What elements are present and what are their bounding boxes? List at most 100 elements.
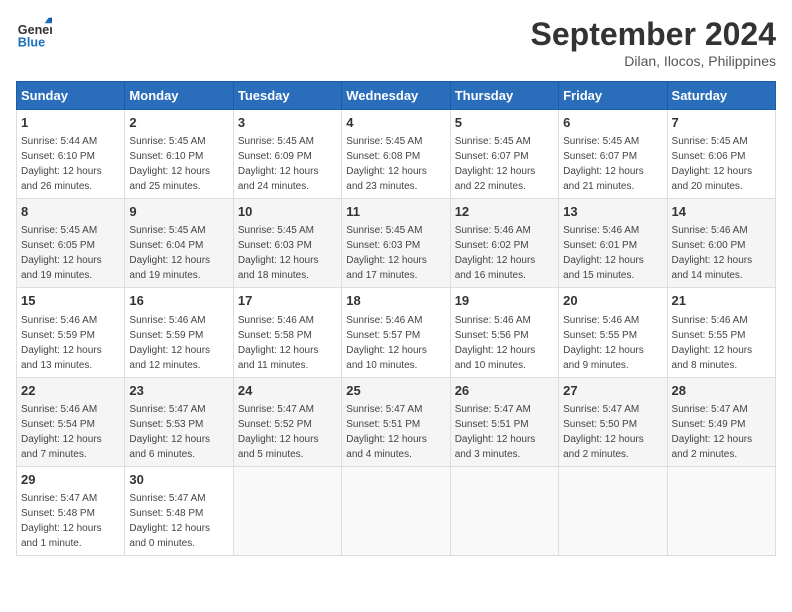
- calendar-cell: 9Sunrise: 5:45 AMSunset: 6:04 PMDaylight…: [125, 199, 233, 288]
- calendar-cell: 16Sunrise: 5:46 AMSunset: 5:59 PMDayligh…: [125, 288, 233, 377]
- col-tuesday: Tuesday: [233, 82, 341, 110]
- sunset-info: Sunset: 5:51 PM: [346, 419, 420, 430]
- calendar-cell: [450, 466, 558, 555]
- daylight-info: Daylight: 12 hours and 2 minutes.: [672, 434, 753, 460]
- daylight-info: Daylight: 12 hours and 22 minutes.: [455, 166, 536, 192]
- col-sunday: Sunday: [17, 82, 125, 110]
- calendar-week-2: 15 Sunrise: 5:46 AM Sunset: 5:59 PM Dayligh…: [17, 288, 776, 377]
- daylight-info: Daylight: 12 hours and 13 minutes.: [21, 345, 102, 371]
- sunrise-info: Sunrise: 5:45 AM: [672, 136, 748, 147]
- daylight-info: Daylight: 12 hours and 4 minutes.: [346, 434, 427, 460]
- sunset-info: Sunset: 6:10 PM: [21, 151, 95, 162]
- daylight-info: Daylight: 12 hours and 3 minutes.: [455, 434, 536, 460]
- daylight-info: Daylight: 12 hours and 5 minutes.: [238, 434, 319, 460]
- sunset-info: Sunset: 6:06 PM: [672, 151, 746, 162]
- daylight-info: Daylight: 12 hours and 19 minutes.: [21, 255, 102, 281]
- calendar-cell: 27Sunrise: 5:47 AMSunset: 5:50 PMDayligh…: [559, 377, 667, 466]
- calendar-cell: 19Sunrise: 5:46 AMSunset: 5:56 PMDayligh…: [450, 288, 558, 377]
- sunset-info: Sunset: 6:05 PM: [21, 240, 95, 251]
- sunrise-info: Sunrise: 5:46 AM: [21, 404, 97, 415]
- title-area: September 2024 Dilan, Ilocos, Philippine…: [531, 16, 776, 69]
- calendar-cell: 28Sunrise: 5:47 AMSunset: 5:49 PMDayligh…: [667, 377, 775, 466]
- calendar-cell: [233, 466, 341, 555]
- daylight-info: Daylight: 12 hours and 10 minutes.: [455, 345, 536, 371]
- calendar-cell: 20Sunrise: 5:46 AMSunset: 5:55 PMDayligh…: [559, 288, 667, 377]
- day-number: 1: [21, 114, 120, 132]
- calendar-week-3: 22Sunrise: 5:46 AMSunset: 5:54 PMDayligh…: [17, 377, 776, 466]
- daylight-info: Daylight: 12 hours and 20 minutes.: [672, 166, 753, 192]
- sunset-info: Sunset: 6:10 PM: [129, 151, 203, 162]
- day-number: 6: [563, 114, 662, 132]
- calendar-cell: 13Sunrise: 5:46 AMSunset: 6:01 PMDayligh…: [559, 199, 667, 288]
- daylight-info: Daylight: 12 hours and 1 minute.: [21, 523, 102, 549]
- day-number: 17: [238, 292, 337, 310]
- day-number: 25: [346, 382, 445, 400]
- sunset-info: Sunset: 6:07 PM: [455, 151, 529, 162]
- calendar-cell: 25Sunrise: 5:47 AMSunset: 5:51 PMDayligh…: [342, 377, 450, 466]
- svg-text:Blue: Blue: [18, 36, 45, 50]
- calendar-cell: 12Sunrise: 5:46 AMSunset: 6:02 PMDayligh…: [450, 199, 558, 288]
- sunrise-info: Sunrise: 5:45 AM: [455, 136, 531, 147]
- sunrise-info: Sunrise: 5:47 AM: [238, 404, 314, 415]
- sunrise-info: Sunrise: 5:46 AM: [21, 315, 97, 326]
- daylight-info: Daylight: 12 hours and 12 minutes.: [129, 345, 210, 371]
- calendar-cell: 22Sunrise: 5:46 AMSunset: 5:54 PMDayligh…: [17, 377, 125, 466]
- day-number: 5: [455, 114, 554, 132]
- sunset-info: Sunset: 5:51 PM: [455, 419, 529, 430]
- sunset-info: Sunset: 6:03 PM: [238, 240, 312, 251]
- day-number: 26: [455, 382, 554, 400]
- sunrise-info: Sunrise: 5:46 AM: [672, 315, 748, 326]
- sunset-info: Sunset: 6:02 PM: [455, 240, 529, 251]
- day-number: 9: [129, 203, 228, 221]
- daylight-info: Daylight: 12 hours and 14 minutes.: [672, 255, 753, 281]
- sunrise-info: Sunrise: 5:47 AM: [455, 404, 531, 415]
- daylight-info: Daylight: 12 hours and 6 minutes.: [129, 434, 210, 460]
- daylight-info: Daylight: 12 hours and 18 minutes.: [238, 255, 319, 281]
- calendar-cell: [559, 466, 667, 555]
- day-number: 21: [672, 292, 771, 310]
- day-number: 19: [455, 292, 554, 310]
- calendar-cell: [667, 466, 775, 555]
- logo: General Blue: [16, 16, 52, 52]
- calendar-cell: 26 Sunrise: 5:47 AM Sunset: 5:51 PM Dayligh…: [450, 377, 558, 466]
- calendar-cell: 2Sunrise: 5:45 AMSunset: 6:10 PMDaylight…: [125, 110, 233, 199]
- daylight-info: Daylight: 12 hours and 25 minutes.: [129, 166, 210, 192]
- sunrise-info: Sunrise: 5:46 AM: [129, 315, 205, 326]
- sunrise-info: Sunrise: 5:45 AM: [21, 225, 97, 236]
- sunset-info: Sunset: 6:01 PM: [563, 240, 637, 251]
- sunrise-info: Sunrise: 5:45 AM: [129, 225, 205, 236]
- calendar-week-4: 29Sunrise: 5:47 AMSunset: 5:48 PMDayligh…: [17, 466, 776, 555]
- sunset-info: Sunset: 5:54 PM: [21, 419, 95, 430]
- location: Dilan, Ilocos, Philippines: [531, 53, 776, 69]
- day-number: 18: [346, 292, 445, 310]
- sunset-info: Sunset: 5:59 PM: [21, 330, 95, 341]
- calendar-cell: 14Sunrise: 5:46 AMSunset: 6:00 PMDayligh…: [667, 199, 775, 288]
- day-number: 16: [129, 292, 228, 310]
- sunset-info: Sunset: 5:56 PM: [455, 330, 529, 341]
- daylight-info: Daylight: 12 hours and 21 minutes.: [563, 166, 644, 192]
- sunrise-info: Sunrise: 5:47 AM: [672, 404, 748, 415]
- sunset-info: Sunset: 5:50 PM: [563, 419, 637, 430]
- header-row: Sunday Monday Tuesday Wednesday Thursday…: [17, 82, 776, 110]
- day-number: 28: [672, 382, 771, 400]
- day-number: 24: [238, 382, 337, 400]
- daylight-info: Daylight: 12 hours and 11 minutes.: [238, 345, 319, 371]
- daylight-info: Daylight: 12 hours and 7 minutes.: [21, 434, 102, 460]
- day-number: 11: [346, 203, 445, 221]
- sunrise-info: Sunrise: 5:47 AM: [21, 493, 97, 504]
- sunset-info: Sunset: 5:48 PM: [21, 508, 95, 519]
- day-number: 14: [672, 203, 771, 221]
- sunrise-info: Sunrise: 5:45 AM: [129, 136, 205, 147]
- day-number: 13: [563, 203, 662, 221]
- sunrise-info: Sunrise: 5:47 AM: [129, 493, 205, 504]
- sunrise-info: Sunrise: 5:46 AM: [346, 315, 422, 326]
- calendar-cell: 3Sunrise: 5:45 AMSunset: 6:09 PMDaylight…: [233, 110, 341, 199]
- col-wednesday: Wednesday: [342, 82, 450, 110]
- calendar-cell: 29Sunrise: 5:47 AMSunset: 5:48 PMDayligh…: [17, 466, 125, 555]
- sunset-info: Sunset: 5:48 PM: [129, 508, 203, 519]
- day-number: 15: [21, 292, 120, 310]
- sunrise-info: Sunrise: 5:46 AM: [563, 315, 639, 326]
- page-header: General Blue September 2024 Dilan, Iloco…: [16, 16, 776, 69]
- sunset-info: Sunset: 5:55 PM: [563, 330, 637, 341]
- calendar-cell: 21Sunrise: 5:46 AMSunset: 5:55 PMDayligh…: [667, 288, 775, 377]
